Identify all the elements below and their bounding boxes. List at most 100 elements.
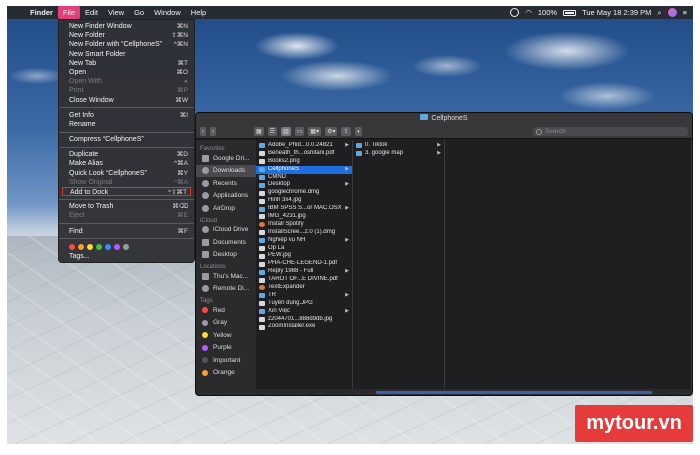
tag-purple-dot[interactable]: [114, 243, 120, 250]
file-row[interactable]: InstallScree...2.0 (1).dmg: [256, 229, 352, 237]
tag-orange-dot[interactable]: [78, 243, 84, 250]
chevron-right-icon: ▶: [345, 165, 349, 172]
file-row[interactable]: TR ▶: [256, 292, 352, 300]
file-row[interactable]: Nghiệp vụ NH ▶: [256, 237, 352, 245]
file-row[interactable]: Xin Việc ▶: [256, 308, 352, 316]
file-name: CellphoneS: [268, 165, 300, 172]
file-row[interactable]: Ốp La: [256, 245, 352, 253]
menu-item-new-folder[interactable]: New Folder ⇧⌘N: [59, 31, 194, 40]
file-row[interactable]: googlechrome.dmg: [256, 189, 352, 197]
sidebar-tag-red[interactable]: Red: [196, 304, 256, 317]
tag-red-dot[interactable]: [69, 243, 75, 250]
menu-item-duplicate[interactable]: Duplicate ⌘D: [59, 150, 194, 159]
sidebar-item-remote-disc[interactable]: Remote Di...: [196, 283, 256, 296]
sidebar-item-documents[interactable]: Documents: [196, 236, 256, 249]
file-row[interactable]: Install Spotify: [256, 221, 352, 229]
file-row[interactable]: Hinh 3x4.jpg: [256, 197, 352, 205]
column-empty: [445, 140, 692, 395]
file-row[interactable]: 0. Tiktok ▶: [353, 142, 444, 150]
menu-go[interactable]: Go: [129, 6, 149, 19]
group-button[interactable]: ▦▾: [308, 127, 322, 136]
sidebar-item-desktop[interactable]: Desktop: [196, 249, 256, 262]
file-row[interactable]: Books2.png: [256, 158, 352, 166]
menu-item-new-finder-window[interactable]: New Finder Window ⌘N: [59, 22, 194, 31]
file-name: TAROT OF...E DIVINE.pdf: [268, 276, 338, 283]
tag-green-dot[interactable]: [96, 243, 102, 250]
menu-view[interactable]: View: [103, 6, 129, 19]
menu-item-new-smart-folder[interactable]: New Smart Folder: [59, 50, 194, 59]
file-row[interactable]: ZoomInstaller.exe: [256, 323, 352, 331]
menu-item-rename[interactable]: Rename: [59, 120, 194, 129]
search-icon[interactable]: ⌕: [657, 6, 661, 19]
horizontal-scrollbar[interactable]: [376, 391, 652, 394]
file-row[interactable]: IMG_4231.jpg: [256, 213, 352, 221]
control-center-icon[interactable]: ≡: [683, 6, 687, 19]
menu-item-add-to-dock[interactable]: Add to Dock ^⇧⌘T: [62, 187, 191, 197]
file-row[interactable]: 3. google map ▶: [353, 150, 444, 158]
tag-yellow-dot[interactable]: [87, 243, 93, 250]
menu-item-quick-look[interactable]: Quick Look “CellphoneS” ⌘Y: [59, 169, 194, 178]
list-view-button[interactable]: ☰: [267, 127, 278, 136]
window-title-bar[interactable]: CellphoneS: [196, 113, 692, 125]
sidebar-item-icloud-drive[interactable]: iCloud Drive: [196, 224, 256, 237]
file-row[interactable]: IBM SPSS S...or MAC.OSX ▶: [256, 205, 352, 213]
sidebar-tag-purple[interactable]: Purple: [196, 342, 256, 355]
back-button[interactable]: ‹: [200, 127, 206, 136]
menu-item-get-info[interactable]: Get Info ⌘I: [59, 111, 194, 120]
menu-item-tags[interactable]: Tags...: [59, 252, 194, 261]
menu-window[interactable]: Window: [149, 6, 186, 19]
sidebar-item-airdrop[interactable]: AirDrop: [196, 202, 256, 215]
column-view-button[interactable]: ▥: [281, 127, 291, 136]
menu-item-print: Print ⌘P: [69, 87, 188, 95]
sidebar-tag-important[interactable]: Important: [196, 354, 256, 367]
gallery-view-button[interactable]: ▭: [294, 127, 305, 136]
forward-button[interactable]: ›: [210, 127, 216, 136]
tag-blue-dot[interactable]: [105, 243, 111, 250]
sidebar-tag-yellow[interactable]: Yellow: [196, 329, 256, 342]
file-row[interactable]: Beneath_th...oshitani.pdf: [256, 150, 352, 158]
icon-view-button[interactable]: ▦: [254, 127, 264, 136]
menu-help[interactable]: Help: [186, 6, 211, 19]
sidebar-tag-orange[interactable]: Orange: [196, 367, 256, 380]
menu-item-open[interactable]: Open ⌘O: [59, 68, 194, 77]
tag-button[interactable]: ◖: [354, 127, 363, 136]
menu-file[interactable]: File: [57, 6, 81, 19]
wifi-icon[interactable]: ◠: [525, 6, 532, 19]
sidebar-item-applications[interactable]: Applications: [196, 190, 256, 203]
file-icon: [259, 261, 265, 267]
file-row[interactable]: PEW.jpg: [256, 252, 352, 260]
file-row[interactable]: Desktop ▶: [256, 181, 352, 189]
file-row[interactable]: Adobe_Phot...0.0.24821 ▶: [256, 142, 352, 150]
menu-item-move-to-trash[interactable]: Move to Trash ⌘⌫: [59, 202, 194, 211]
file-row[interactable]: PHA-CHE-LEGEND-1.pdf: [256, 260, 352, 268]
menu-item-find[interactable]: Find ⌘F: [59, 227, 194, 236]
file-row[interactable]: CellphoneS ▶: [256, 165, 352, 174]
file-row[interactable]: z2044701...888d9db.jpg: [256, 316, 352, 324]
menu-item-compress[interactable]: Compress “CellphoneS”: [59, 135, 194, 144]
cloud-icon: [202, 226, 209, 234]
sidebar-item-google-drive[interactable]: Google Dri...: [196, 152, 256, 165]
menu-item-new-tab[interactable]: New Tab ⌘T: [59, 59, 194, 68]
battery-icon[interactable]: [563, 9, 577, 16]
tag-gray-dot[interactable]: [123, 243, 129, 250]
file-row[interactable]: Tuyển dụng.JPG: [256, 300, 352, 308]
file-row[interactable]: Reply 1988 - Full ▶: [256, 268, 352, 276]
creative-cloud-icon[interactable]: [510, 8, 520, 17]
clock[interactable]: Tue May 18 2:39 PM: [582, 6, 651, 19]
action-gear-button[interactable]: ⚙▾: [325, 127, 338, 136]
siri-icon[interactable]: [667, 8, 677, 17]
menu-app-finder[interactable]: Finder: [25, 6, 58, 19]
menu-item-close-window[interactable]: Close Window ⌘W: [59, 96, 194, 105]
file-row[interactable]: CMND: [256, 174, 352, 182]
file-row[interactable]: TextExpander: [256, 284, 352, 292]
search-input[interactable]: Search: [533, 127, 688, 136]
sidebar-item-downloads[interactable]: Downloads: [196, 164, 256, 177]
file-row[interactable]: TAROT OF...E DIVINE.pdf: [256, 276, 352, 284]
menu-item-make-alias[interactable]: Make Alias ^⌘A: [59, 159, 194, 168]
menu-edit[interactable]: Edit: [80, 6, 103, 19]
sidebar-tag-gray[interactable]: Gray: [196, 317, 256, 330]
sidebar-item-recents[interactable]: Recents: [196, 177, 256, 190]
sidebar-item-mac[interactable]: Thu's Mac...: [196, 270, 256, 283]
menu-item-new-folder-with[interactable]: New Folder with “CellphoneS” ^⌘N: [59, 40, 194, 49]
share-button[interactable]: ⇪: [341, 127, 351, 136]
